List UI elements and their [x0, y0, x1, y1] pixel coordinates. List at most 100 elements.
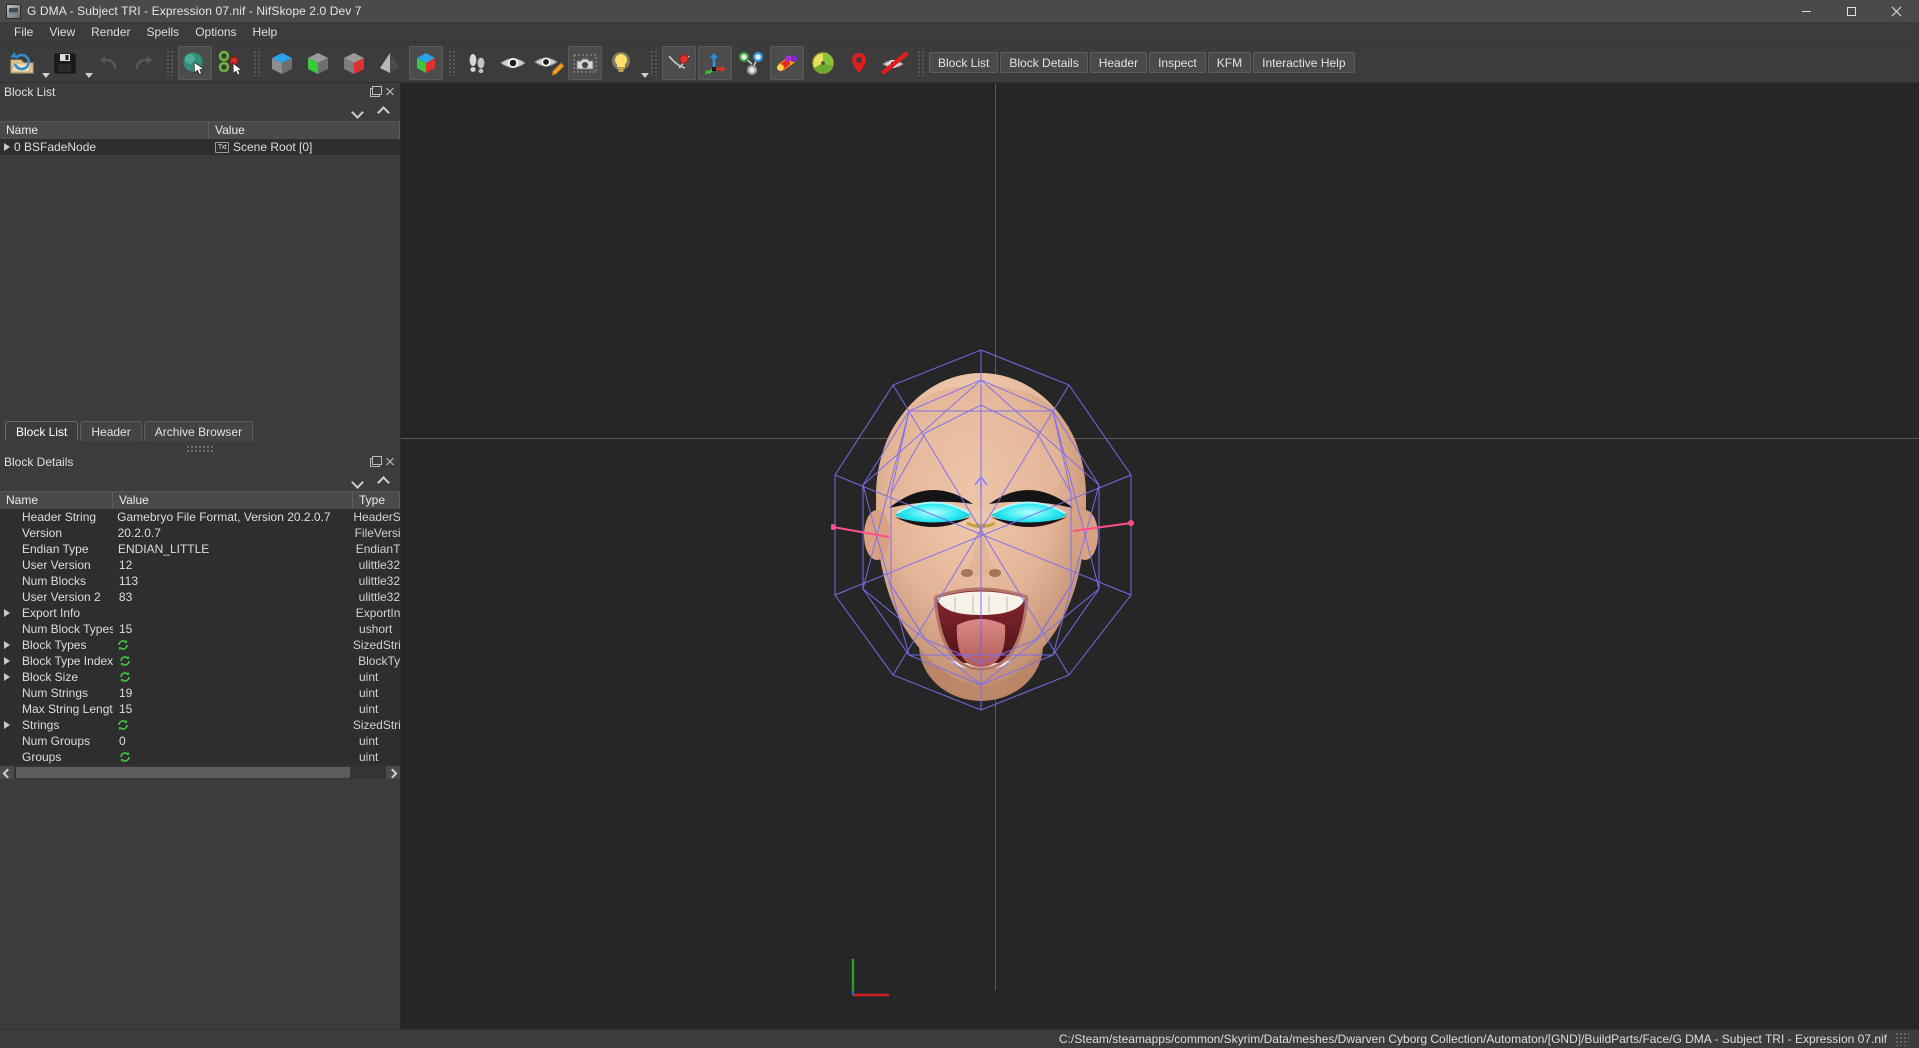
draw-constraints-button[interactable]	[806, 46, 840, 80]
toolbar-separator	[166, 49, 173, 76]
refresh-icon[interactable]	[117, 639, 129, 651]
toolbar-kfm-button[interactable]: KFM	[1207, 52, 1252, 73]
scroll-right-arrow[interactable]	[386, 766, 400, 779]
menu-help[interactable]: Help	[245, 23, 286, 42]
screenshot-button[interactable]	[568, 45, 602, 80]
detail-row-value: 15	[119, 702, 133, 716]
block-list-col-name[interactable]: Name	[0, 122, 209, 139]
table-row[interactable]: Num Blocks 113 ulittle32	[0, 573, 400, 589]
draw-havok-button[interactable]	[734, 46, 768, 80]
block-list-close-icon[interactable]	[384, 86, 396, 98]
lighting-dropdown-caret[interactable]	[641, 72, 649, 78]
block-details-float-icon[interactable]	[369, 456, 382, 468]
refresh-icon[interactable]	[119, 655, 131, 667]
menu-spells[interactable]: Spells	[139, 23, 188, 42]
draw-stencil-button[interactable]	[878, 46, 912, 80]
block-details-col-value[interactable]: Value	[113, 492, 353, 509]
head-model	[830, 345, 1151, 717]
expander-icon[interactable]	[0, 657, 14, 665]
expander-icon[interactable]	[0, 143, 14, 151]
view-side-button[interactable]	[337, 46, 371, 80]
detail-row-value: Gamebryo File Format, Version 20.2.0.7	[117, 510, 331, 524]
maximize-button[interactable]	[1829, 0, 1874, 22]
expander-icon[interactable]	[0, 673, 14, 681]
tab-block-list[interactable]: Block List	[5, 421, 79, 441]
draw-furniture-button[interactable]	[770, 45, 804, 80]
draw-nodes-button[interactable]	[662, 45, 696, 80]
draw-hidden-button[interactable]	[532, 46, 566, 80]
redo-button[interactable]	[127, 46, 161, 80]
draw-markers-button[interactable]	[842, 46, 876, 80]
view-front-button[interactable]	[301, 46, 335, 80]
select-vertex-button[interactable]	[214, 46, 248, 80]
menu-render[interactable]: Render	[83, 23, 138, 42]
menu-file[interactable]: File	[6, 23, 41, 42]
refresh-icon[interactable]	[117, 719, 129, 731]
chevron-down-icon[interactable]	[352, 475, 364, 487]
table-row[interactable]: Num Strings 19 uint	[0, 685, 400, 701]
block-list-col-value[interactable]: Value	[209, 122, 400, 139]
chevron-up-icon[interactable]	[378, 105, 390, 117]
refresh-icon[interactable]	[119, 751, 131, 763]
table-row[interactable]: Block Types SizedStri	[0, 637, 400, 653]
detail-row-type: uint	[359, 686, 379, 700]
scroll-track[interactable]	[14, 766, 386, 779]
show-hidden-button[interactable]	[496, 46, 530, 80]
block-details-panel: Block Details Name Value Type Header Str…	[0, 453, 400, 1029]
lighting-button[interactable]	[603, 46, 649, 80]
block-details-close-icon[interactable]	[384, 456, 396, 468]
resize-grip[interactable]	[1895, 1032, 1909, 1046]
select-object-button[interactable]	[178, 45, 212, 80]
expander-icon[interactable]	[0, 641, 14, 649]
3d-viewport[interactable]	[401, 83, 1919, 1029]
walk-button[interactable]	[460, 46, 494, 80]
table-row[interactable]: Num Block Types 15 ushort	[0, 621, 400, 637]
block-details-hscrollbar[interactable]	[0, 765, 400, 779]
toolbar-block-list-button[interactable]: Block List	[929, 52, 999, 73]
refresh-icon[interactable]	[119, 671, 131, 683]
block-details-col-type[interactable]: Type	[353, 492, 400, 509]
menu-view[interactable]: View	[41, 23, 83, 42]
block-details-nav-arrows	[0, 471, 400, 491]
detail-row-type: ulittle32	[358, 590, 400, 604]
open-file-button[interactable]	[4, 46, 50, 80]
expander-icon[interactable]	[0, 721, 14, 729]
undo-button[interactable]	[91, 46, 125, 80]
chevron-up-icon[interactable]	[378, 475, 390, 487]
table-row[interactable]: User Version 12 ulittle32	[0, 557, 400, 573]
toolbar-interactive-help-button[interactable]: Interactive Help	[1253, 52, 1355, 73]
tab-header[interactable]: Header	[80, 421, 142, 441]
scroll-left-arrow[interactable]	[0, 766, 14, 779]
view-top-button[interactable]	[265, 46, 299, 80]
draw-axes-button[interactable]	[698, 45, 732, 80]
table-row[interactable]: Groups uint	[0, 749, 400, 765]
expander-icon[interactable]	[0, 609, 14, 617]
save-file-button[interactable]	[47, 46, 93, 80]
scroll-thumb[interactable]	[16, 767, 350, 778]
table-row[interactable]: Strings SizedStri	[0, 717, 400, 733]
chevron-down-icon[interactable]	[352, 105, 364, 117]
detail-row-type: EndianT	[355, 542, 400, 556]
table-row[interactable]: Version 20.2.0.7 FileVersi	[0, 525, 400, 541]
menu-options[interactable]: Options	[187, 23, 244, 42]
tab-archive-browser[interactable]: Archive Browser	[143, 421, 254, 441]
table-row[interactable]: Header String Gamebryo File Format, Versi…	[0, 509, 400, 525]
table-row[interactable]: Block Size uint	[0, 669, 400, 685]
minimize-button[interactable]	[1784, 0, 1829, 22]
view-perspective-button[interactable]	[409, 45, 443, 80]
table-row[interactable]: Endian Type ENDIAN_LITTLE EndianT	[0, 541, 400, 557]
table-row[interactable]: 0 BSFadeNode Txt Scene Root [0]	[0, 139, 400, 155]
table-row[interactable]: Max String Length 15 uint	[0, 701, 400, 717]
toolbar-block-details-button[interactable]: Block Details	[1000, 52, 1088, 73]
block-list-float-icon[interactable]	[369, 86, 382, 98]
table-row[interactable]: User Version 2 83 ulittle32	[0, 589, 400, 605]
close-button[interactable]	[1874, 0, 1919, 22]
toolbar-header-button[interactable]: Header	[1089, 52, 1148, 73]
table-row[interactable]: Num Groups 0 uint	[0, 733, 400, 749]
view-flip-button[interactable]	[373, 46, 407, 80]
toolbar-inspect-button[interactable]: Inspect	[1149, 52, 1206, 73]
block-details-col-name[interactable]: Name	[0, 492, 113, 509]
table-row[interactable]: Block Type Index BlockTy	[0, 653, 400, 669]
splitter-grip[interactable]	[186, 445, 214, 453]
table-row[interactable]: Export Info ExportIn	[0, 605, 400, 621]
